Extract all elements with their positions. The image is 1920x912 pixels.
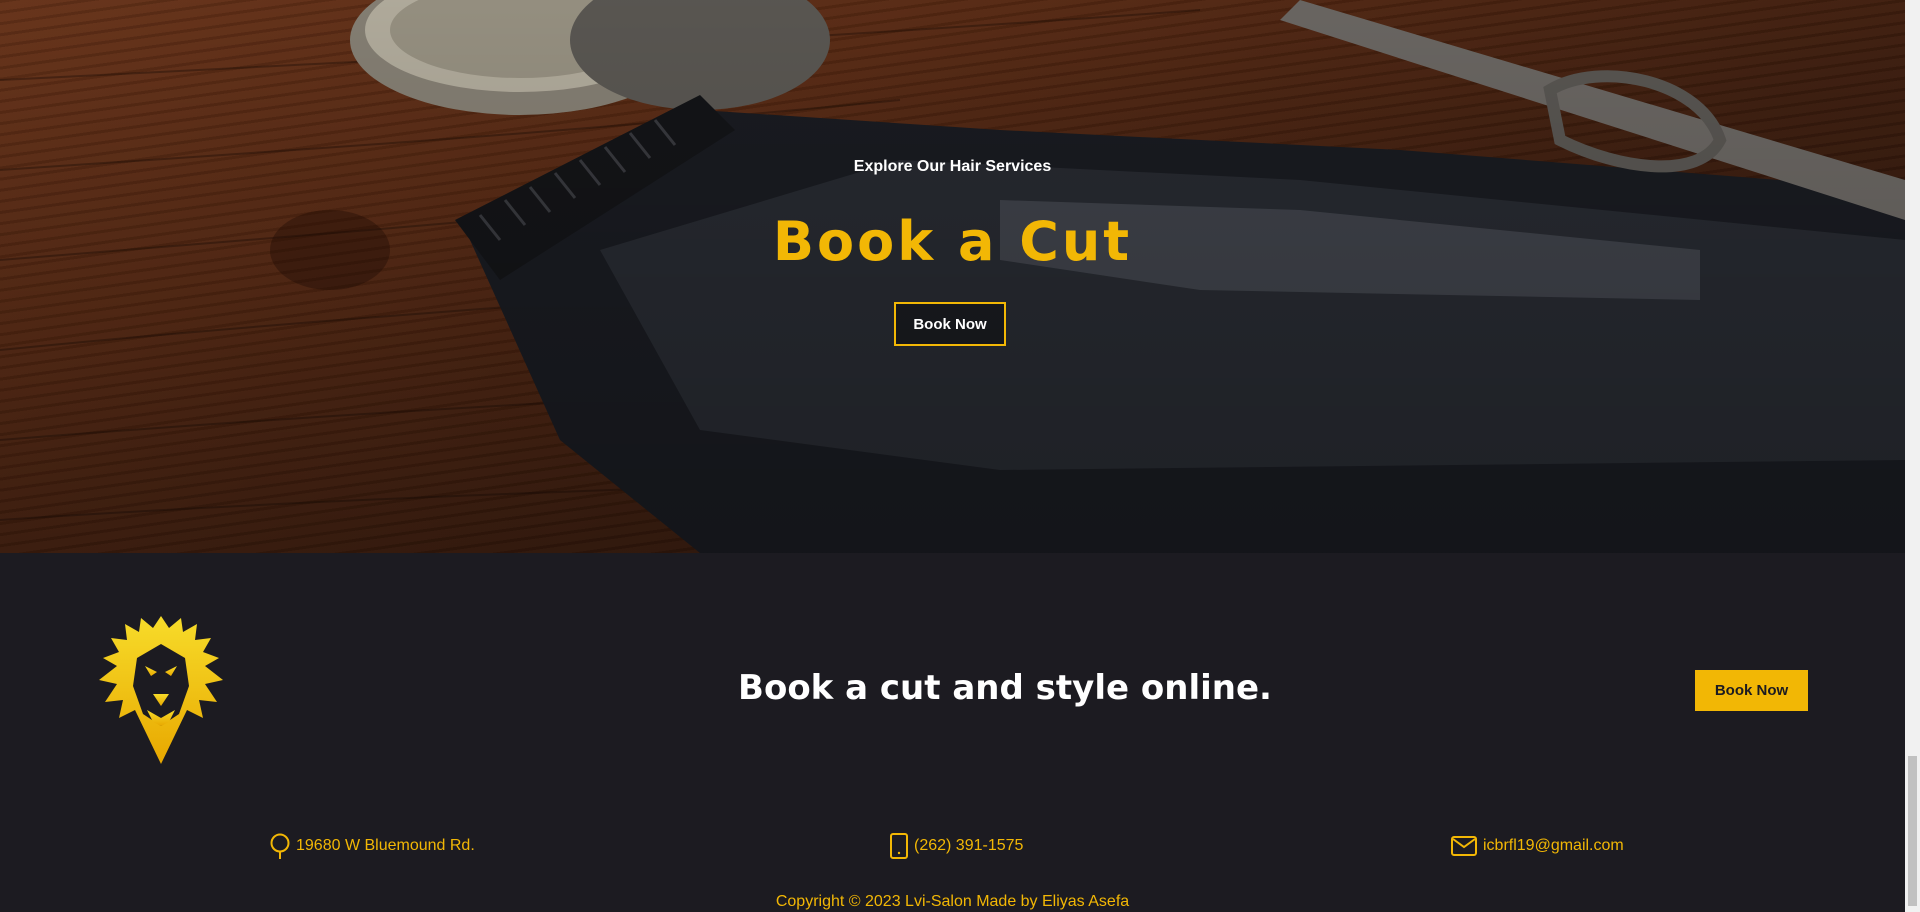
- phone-icon: [890, 833, 908, 859]
- page-scrollbar[interactable]: [1905, 0, 1920, 912]
- lion-logo-icon[interactable]: [95, 614, 227, 764]
- contact-email-text: icbrfl19@gmail.com: [1483, 837, 1624, 854]
- contact-address-text: 19680 W Bluemound Rd.: [296, 837, 475, 854]
- footer-cta-text: Book a cut and style online.: [738, 668, 1272, 708]
- copyright-text: Copyright © 2023 Lvi-Salon Made by Eliya…: [775, 893, 1130, 910]
- hero-title: Book a Cut: [772, 210, 1133, 273]
- contact-phone[interactable]: (262) 391-1575: [888, 833, 1023, 859]
- footer: Book a cut and style online. Book Now 19…: [0, 553, 1905, 912]
- hero-subtitle: Explore Our Hair Services: [853, 158, 1052, 175]
- scrollbar-thumb[interactable]: [1908, 756, 1917, 906]
- footer-book-now-button[interactable]: Book Now: [1695, 670, 1808, 711]
- contact-email[interactable]: icbrfl19@gmail.com: [1451, 833, 1624, 859]
- map-pin-icon: [270, 833, 290, 859]
- hero-overlay: [0, 0, 1905, 553]
- mail-icon: [1451, 836, 1477, 856]
- contact-phone-text: (262) 391-1575: [914, 837, 1024, 854]
- hero-book-now-button[interactable]: Book Now: [894, 302, 1006, 346]
- hero-section: Explore Our Hair Services Book a Cut Boo…: [0, 0, 1905, 553]
- contact-address[interactable]: 19680 W Bluemound Rd.: [268, 833, 475, 859]
